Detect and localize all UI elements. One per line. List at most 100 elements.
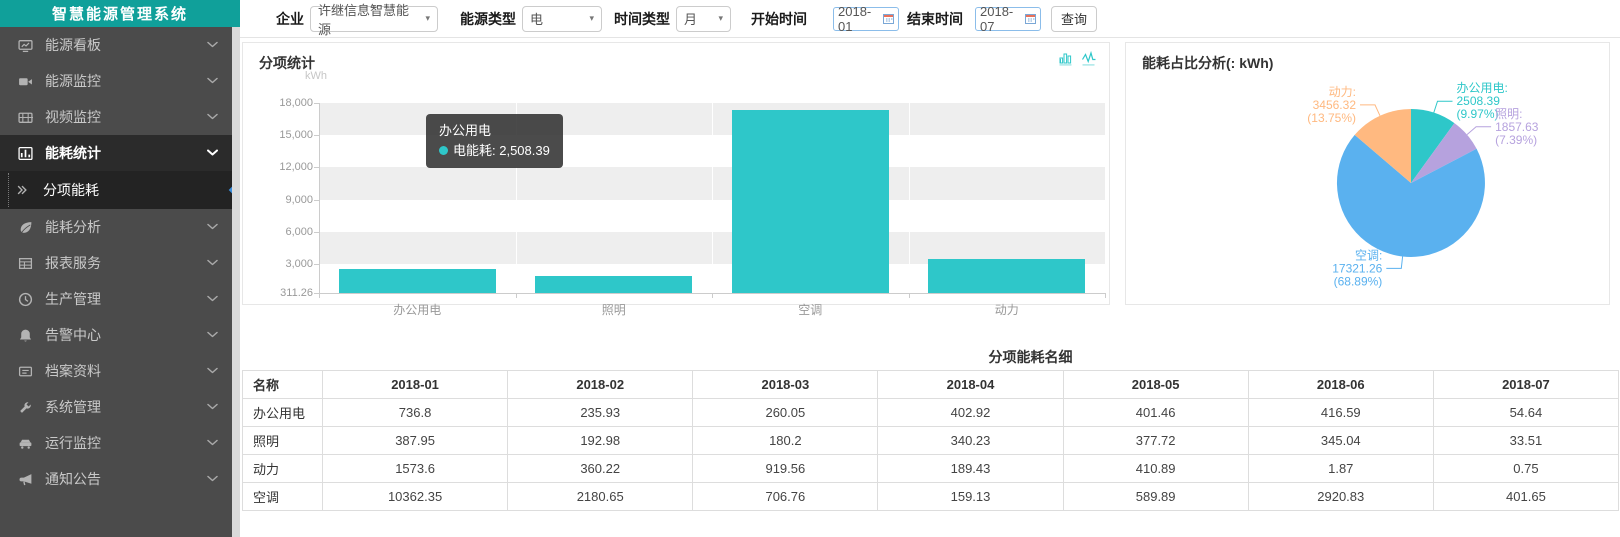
- clock-icon: [18, 292, 35, 307]
- pie-chart-title: 能耗占比分析(: kWh): [1142, 53, 1273, 73]
- table-row: 空调10362.352180.65706.76159.13589.892920.…: [243, 483, 1619, 511]
- table-cell: 2180.65: [508, 483, 693, 511]
- bar-chart-toggle-icon[interactable]: [1058, 50, 1074, 66]
- archive-icon: [18, 364, 35, 379]
- y-tick-label: 311.26: [255, 287, 313, 299]
- chevron-down-icon: [207, 224, 218, 231]
- table-row: 办公用电736.8235.93260.05402.92401.46416.595…: [243, 399, 1619, 427]
- sidebar-scrollbar[interactable]: [232, 27, 240, 537]
- y-tick-mark: [314, 135, 319, 136]
- chevron-down-icon: [207, 368, 218, 375]
- x-tick-label: 办公用电: [393, 301, 441, 318]
- table-title: 分项能耗名细: [242, 347, 1619, 370]
- row-name-cell: 空调: [243, 483, 323, 511]
- table-cell: 235.93: [508, 399, 693, 427]
- chevron-down-icon: ▾: [425, 13, 430, 24]
- table-cell: 340.23: [878, 427, 1063, 455]
- sidebar-item-energy-analysis[interactable]: 能耗分析: [0, 209, 232, 245]
- pie-label-line: [1360, 105, 1380, 116]
- chevron-down-icon: [207, 42, 218, 49]
- sidebar-item-label: 报表服务: [45, 253, 101, 273]
- detail-table-section: 分项能耗名细 名称2018-012018-022018-032018-04201…: [242, 347, 1619, 511]
- chevron-down-icon: [207, 260, 218, 267]
- sidebar-item-energy-monitor[interactable]: 能源监控: [0, 63, 232, 99]
- x-tick-mark: [319, 293, 320, 298]
- table-cell: 54.64: [1433, 399, 1618, 427]
- sidebar-item-operation-monitor[interactable]: 运行监控: [0, 425, 232, 461]
- table-cell: 260.05: [693, 399, 878, 427]
- table-header-cell: 名称: [243, 371, 323, 399]
- start-time-label: 开始时间: [751, 9, 807, 29]
- table-header-cell: 2018-02: [508, 371, 693, 399]
- energy-type-select[interactable]: 电 ▾: [522, 6, 602, 32]
- x-tick-mark: [1105, 293, 1106, 298]
- chart-tooltip: 办公用电 电能耗: 2,508.39: [426, 114, 563, 168]
- chevron-down-icon: [207, 476, 218, 483]
- sidebar-item-notice-board[interactable]: 通知公告: [0, 461, 232, 497]
- table-header-cell: 2018-03: [693, 371, 878, 399]
- energy-type-select-value: 电: [530, 9, 543, 28]
- start-date-value: 2018-01: [838, 4, 883, 34]
- table-cell: 387.95: [323, 427, 508, 455]
- filter-toolbar: 企业 许继信息智慧能源 ▾ 能源类型 电 ▾ 时间类型 月 ▾ 开始时间 201…: [240, 0, 1620, 38]
- time-type-select[interactable]: 月 ▾: [676, 6, 731, 32]
- app-title: 智慧能源管理系统: [0, 0, 240, 27]
- y-tick-label: 9,000: [255, 194, 313, 206]
- bar-0[interactable]: [339, 269, 496, 293]
- table-cell: 706.76: [693, 483, 878, 511]
- sidebar-item-energy-stats[interactable]: 能耗统计: [0, 135, 232, 171]
- table-cell: 180.2: [693, 427, 878, 455]
- bar-chart-title: 分项统计: [259, 53, 315, 73]
- tooltip-series-line: 电能耗: 2,508.39: [439, 141, 550, 161]
- sidebar-item-video-monitor[interactable]: 视频监控: [0, 99, 232, 135]
- calendar-icon: [883, 13, 894, 24]
- line-chart-toggle-icon[interactable]: [1081, 50, 1097, 66]
- sidebar-item-label: 档案资料: [45, 361, 101, 381]
- table-cell: 2920.83: [1248, 483, 1433, 511]
- sidebar-item-archive-data[interactable]: 档案资料: [0, 353, 232, 389]
- dashboard-icon: [18, 38, 35, 53]
- bar-3[interactable]: [928, 259, 1085, 293]
- series-dot-icon: [439, 146, 448, 155]
- y-tick-label: 3,000: [255, 258, 313, 270]
- enterprise-select-value: 许继信息智慧能源: [318, 0, 421, 38]
- sidebar-item-energy-dashboard[interactable]: 能源看板: [0, 27, 232, 63]
- table-header-cell: 2018-05: [1063, 371, 1248, 399]
- enterprise-label: 企业: [276, 9, 304, 29]
- sidebar: 智慧能源管理系统 能源看板能源监控视频监控能耗统计分项能耗能耗分析报表服务生产管…: [0, 0, 240, 537]
- table-header-cell: 2018-06: [1248, 371, 1433, 399]
- megaphone-icon: [18, 472, 35, 487]
- sidebar-item-label: 运行监控: [45, 433, 101, 453]
- energy-type-label: 能源类型: [460, 9, 516, 29]
- angle-double-right-icon: [16, 184, 33, 196]
- chevron-down-icon: [207, 114, 218, 121]
- sidebar-item-system-mgmt[interactable]: 系统管理: [0, 389, 232, 425]
- table-header-cell: 2018-01: [323, 371, 508, 399]
- pie-label-line: [1386, 257, 1402, 269]
- screen: 智慧能源管理系统 能源看板能源监控视频监控能耗统计分项能耗能耗分析报表服务生产管…: [0, 0, 1620, 537]
- car-icon: [18, 436, 35, 451]
- y-tick-mark: [314, 232, 319, 233]
- report-icon: [18, 256, 35, 271]
- chevron-down-icon: [207, 440, 218, 447]
- query-button[interactable]: 查询: [1051, 6, 1097, 32]
- chevron-down-icon: [207, 404, 218, 411]
- table-header-row: 名称2018-012018-022018-032018-042018-05201…: [243, 371, 1619, 399]
- sidebar-item-report-service[interactable]: 报表服务: [0, 245, 232, 281]
- bar-1[interactable]: [535, 276, 692, 293]
- sidebar-item-alarm-center[interactable]: 告警中心: [0, 317, 232, 353]
- y-tick-mark: [314, 103, 319, 104]
- bar-2[interactable]: [732, 110, 889, 293]
- sidebar-item-production-mgmt[interactable]: 生产管理: [0, 281, 232, 317]
- table-cell: 401.65: [1433, 483, 1618, 511]
- table-cell: 589.89: [1063, 483, 1248, 511]
- pie-chart-panel: 能耗占比分析(: kWh) 办公用电:2508.39(9.97%)照明:1857…: [1125, 42, 1610, 305]
- chart-bar-icon: [18, 146, 35, 161]
- chevron-down-icon: [207, 296, 218, 303]
- sidebar-item-sub-energy-items[interactable]: 分项能耗: [0, 171, 232, 209]
- calendar-icon: [1025, 13, 1036, 24]
- enterprise-select[interactable]: 许继信息智慧能源 ▾: [310, 6, 438, 32]
- end-date-input[interactable]: 2018-07: [975, 7, 1041, 31]
- chevron-down-icon: ▾: [718, 13, 723, 24]
- start-date-input[interactable]: 2018-01: [833, 7, 899, 31]
